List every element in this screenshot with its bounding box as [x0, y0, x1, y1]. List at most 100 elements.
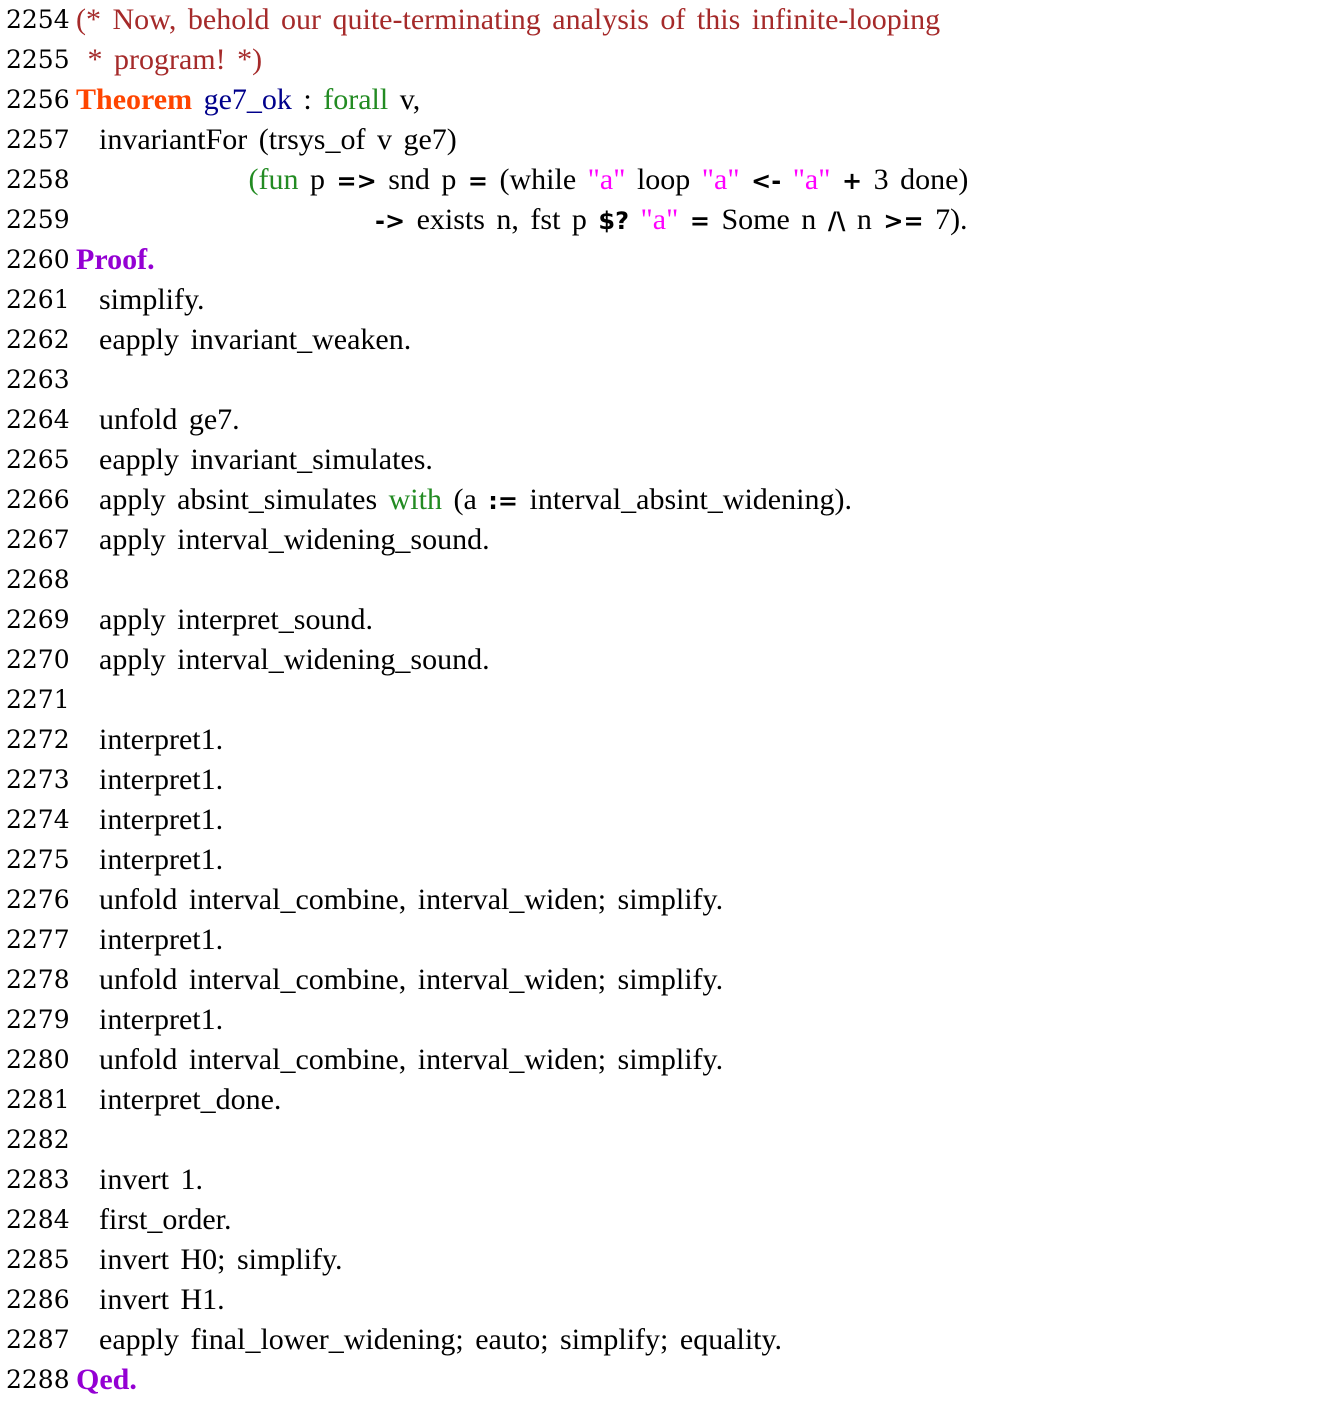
code-line[interactable]: 2257 invariantFor (trsys_of v ge7) — [0, 120, 1336, 160]
line-code[interactable]: invariantFor (trsys_of v ge7) — [76, 120, 457, 160]
code-token: apply absint_simulates — [76, 483, 389, 516]
code-line[interactable]: 2282 — [0, 1120, 1336, 1160]
code-line[interactable]: 2276 unfold interval_combine, interval_w… — [0, 880, 1336, 920]
code-line[interactable]: 2261 simplify. — [0, 280, 1336, 320]
code-line[interactable]: 2288 Qed. — [0, 1360, 1336, 1400]
line-number: 2266 — [6, 485, 70, 514]
code-token: first_order. — [76, 1203, 232, 1236]
code-token: n — [845, 203, 884, 236]
line-code[interactable]: interpret1. — [76, 920, 223, 960]
line-code[interactable]: unfold interval_combine, interval_widen;… — [76, 1040, 723, 1080]
code-line[interactable]: 2284 first_order. — [0, 1200, 1336, 1240]
code-token: + — [842, 167, 863, 195]
code-line[interactable]: 2265 eapply invariant_simulates. — [0, 440, 1336, 480]
code-line[interactable]: 2270 apply interval_widening_sound. — [0, 640, 1336, 680]
code-line[interactable]: 2271 — [0, 680, 1336, 720]
code-line[interactable]: 2283 invert 1. — [0, 1160, 1336, 1200]
line-code[interactable]: apply interval_widening_sound. — [76, 640, 490, 680]
line-code[interactable]: (fun p => snd p = (while "a" loop "a" <-… — [76, 160, 969, 201]
line-code[interactable]: -> exists n, fst p $? "a" = Some n /\ n … — [76, 200, 968, 241]
line-code[interactable]: apply interval_widening_sound. — [76, 520, 490, 560]
code-line[interactable]: 2274 interpret1. — [0, 800, 1336, 840]
line-code[interactable]: unfold interval_combine, interval_widen;… — [76, 880, 723, 920]
code-token: unfold interval_combine, interval_widen;… — [76, 963, 724, 996]
line-code[interactable]: simplify. — [76, 280, 205, 320]
code-line[interactable]: 2264 unfold ge7. — [0, 400, 1336, 440]
code-line[interactable]: 2256 Theorem ge7_ok : forall v, — [0, 80, 1336, 120]
line-code[interactable]: invert H1. — [76, 1280, 225, 1320]
code-line[interactable]: 2287 eapply final_lower_widening; eauto;… — [0, 1320, 1336, 1360]
code-line[interactable]: 2266 apply absint_simulates with (a := i… — [0, 480, 1336, 520]
line-code[interactable]: * program! *) — [76, 40, 263, 80]
code-token: Proof. — [76, 243, 155, 276]
line-number: 2274 — [6, 805, 70, 834]
line-code[interactable]: Qed. — [76, 1360, 137, 1400]
line-code[interactable]: interpret1. — [76, 1000, 223, 1040]
line-code[interactable]: invert 1. — [76, 1160, 203, 1200]
code-token: (a — [441, 483, 489, 516]
code-line[interactable]: 2260 Proof. — [0, 240, 1336, 280]
line-code[interactable]: eapply invariant_simulates. — [76, 440, 433, 480]
line-number: 2254 — [6, 5, 70, 34]
line-code[interactable]: Proof. — [76, 240, 155, 280]
code-line[interactable]: 2279 interpret1. — [0, 1000, 1336, 1040]
code-line[interactable]: 2280 unfold interval_combine, interval_w… — [0, 1040, 1336, 1080]
code-token: exists n, fst p — [405, 203, 599, 236]
line-code[interactable]: invert H0; simplify. — [76, 1240, 343, 1280]
code-line[interactable]: 2273 interpret1. — [0, 760, 1336, 800]
code-token: eapply invariant_simulates. — [76, 443, 433, 476]
code-line[interactable]: 2267 apply interval_widening_sound. — [0, 520, 1336, 560]
line-number: 2279 — [6, 1005, 70, 1034]
code-token: interpret_done. — [76, 1083, 282, 1116]
line-code[interactable]: unfold interval_combine, interval_widen;… — [76, 960, 723, 1000]
code-line[interactable]: 2269 apply interpret_sound. — [0, 600, 1336, 640]
line-code[interactable]: interpret1. — [76, 800, 223, 840]
code-line[interactable]: 2262 eapply invariant_weaken. — [0, 320, 1336, 360]
code-line[interactable]: 2286 invert H1. — [0, 1280, 1336, 1320]
line-code[interactable]: (* Now, behold our quite-terminating ana… — [76, 0, 940, 40]
line-code[interactable]: interpret1. — [76, 720, 223, 760]
code-token: (* Now, behold our quite-terminating ana… — [76, 3, 941, 36]
code-line[interactable]: 2275 interpret1. — [0, 840, 1336, 880]
code-line[interactable]: 2268 — [0, 560, 1336, 600]
line-number: 2256 — [6, 85, 70, 114]
code-token: ge7_ok — [203, 83, 292, 116]
code-editor[interactable]: 2254 (* Now, behold our quite-terminating… — [0, 0, 1336, 1413]
line-code[interactable]: eapply invariant_weaken. — [76, 320, 411, 360]
code-line[interactable]: 2259 -> exists n, fst p $? "a" = Some n … — [0, 200, 1336, 240]
line-code[interactable]: Theorem ge7_ok : forall v, — [76, 80, 420, 120]
line-number: 2268 — [6, 565, 70, 594]
code-token: Qed. — [76, 1363, 137, 1396]
line-number: 2281 — [6, 1085, 70, 1114]
line-code[interactable]: interpret_done. — [76, 1080, 281, 1120]
line-code[interactable]: unfold ge7. — [76, 400, 240, 440]
line-code[interactable]: interpret1. — [76, 840, 223, 880]
code-token: apply interval_widening_sound. — [76, 643, 490, 676]
code-token: forall — [323, 83, 389, 116]
code-token: interpret1. — [76, 803, 224, 836]
line-number: 2265 — [6, 445, 70, 474]
line-number: 2280 — [6, 1045, 70, 1074]
line-code[interactable]: interpret1. — [76, 760, 223, 800]
line-code[interactable]: apply absint_simulates with (a := interv… — [76, 480, 852, 521]
line-code[interactable]: eapply final_lower_widening; eauto; simp… — [76, 1320, 782, 1360]
code-line[interactable]: 2258 (fun p => snd p = (while "a" loop "… — [0, 160, 1336, 200]
code-token: invert H1. — [76, 1283, 225, 1316]
code-line[interactable]: 2285 invert H0; simplify. — [0, 1240, 1336, 1280]
code-line[interactable]: 2272 interpret1. — [0, 720, 1336, 760]
code-line[interactable]: 2277 interpret1. — [0, 920, 1336, 960]
line-code[interactable]: first_order. — [76, 1200, 231, 1240]
line-code[interactable]: apply interpret_sound. — [76, 600, 373, 640]
code-line[interactable]: 2263 — [0, 360, 1336, 400]
code-token: => — [336, 167, 377, 195]
code-line[interactable]: 2255 * program! *) — [0, 40, 1336, 80]
code-line[interactable]: 2254 (* Now, behold our quite-terminating… — [0, 0, 1336, 40]
line-number: 2275 — [6, 845, 70, 874]
code-line[interactable]: 2281 interpret_done. — [0, 1080, 1336, 1120]
code-line[interactable]: 2278 unfold interval_combine, interval_w… — [0, 960, 1336, 1000]
line-number: 2288 — [6, 1365, 70, 1394]
